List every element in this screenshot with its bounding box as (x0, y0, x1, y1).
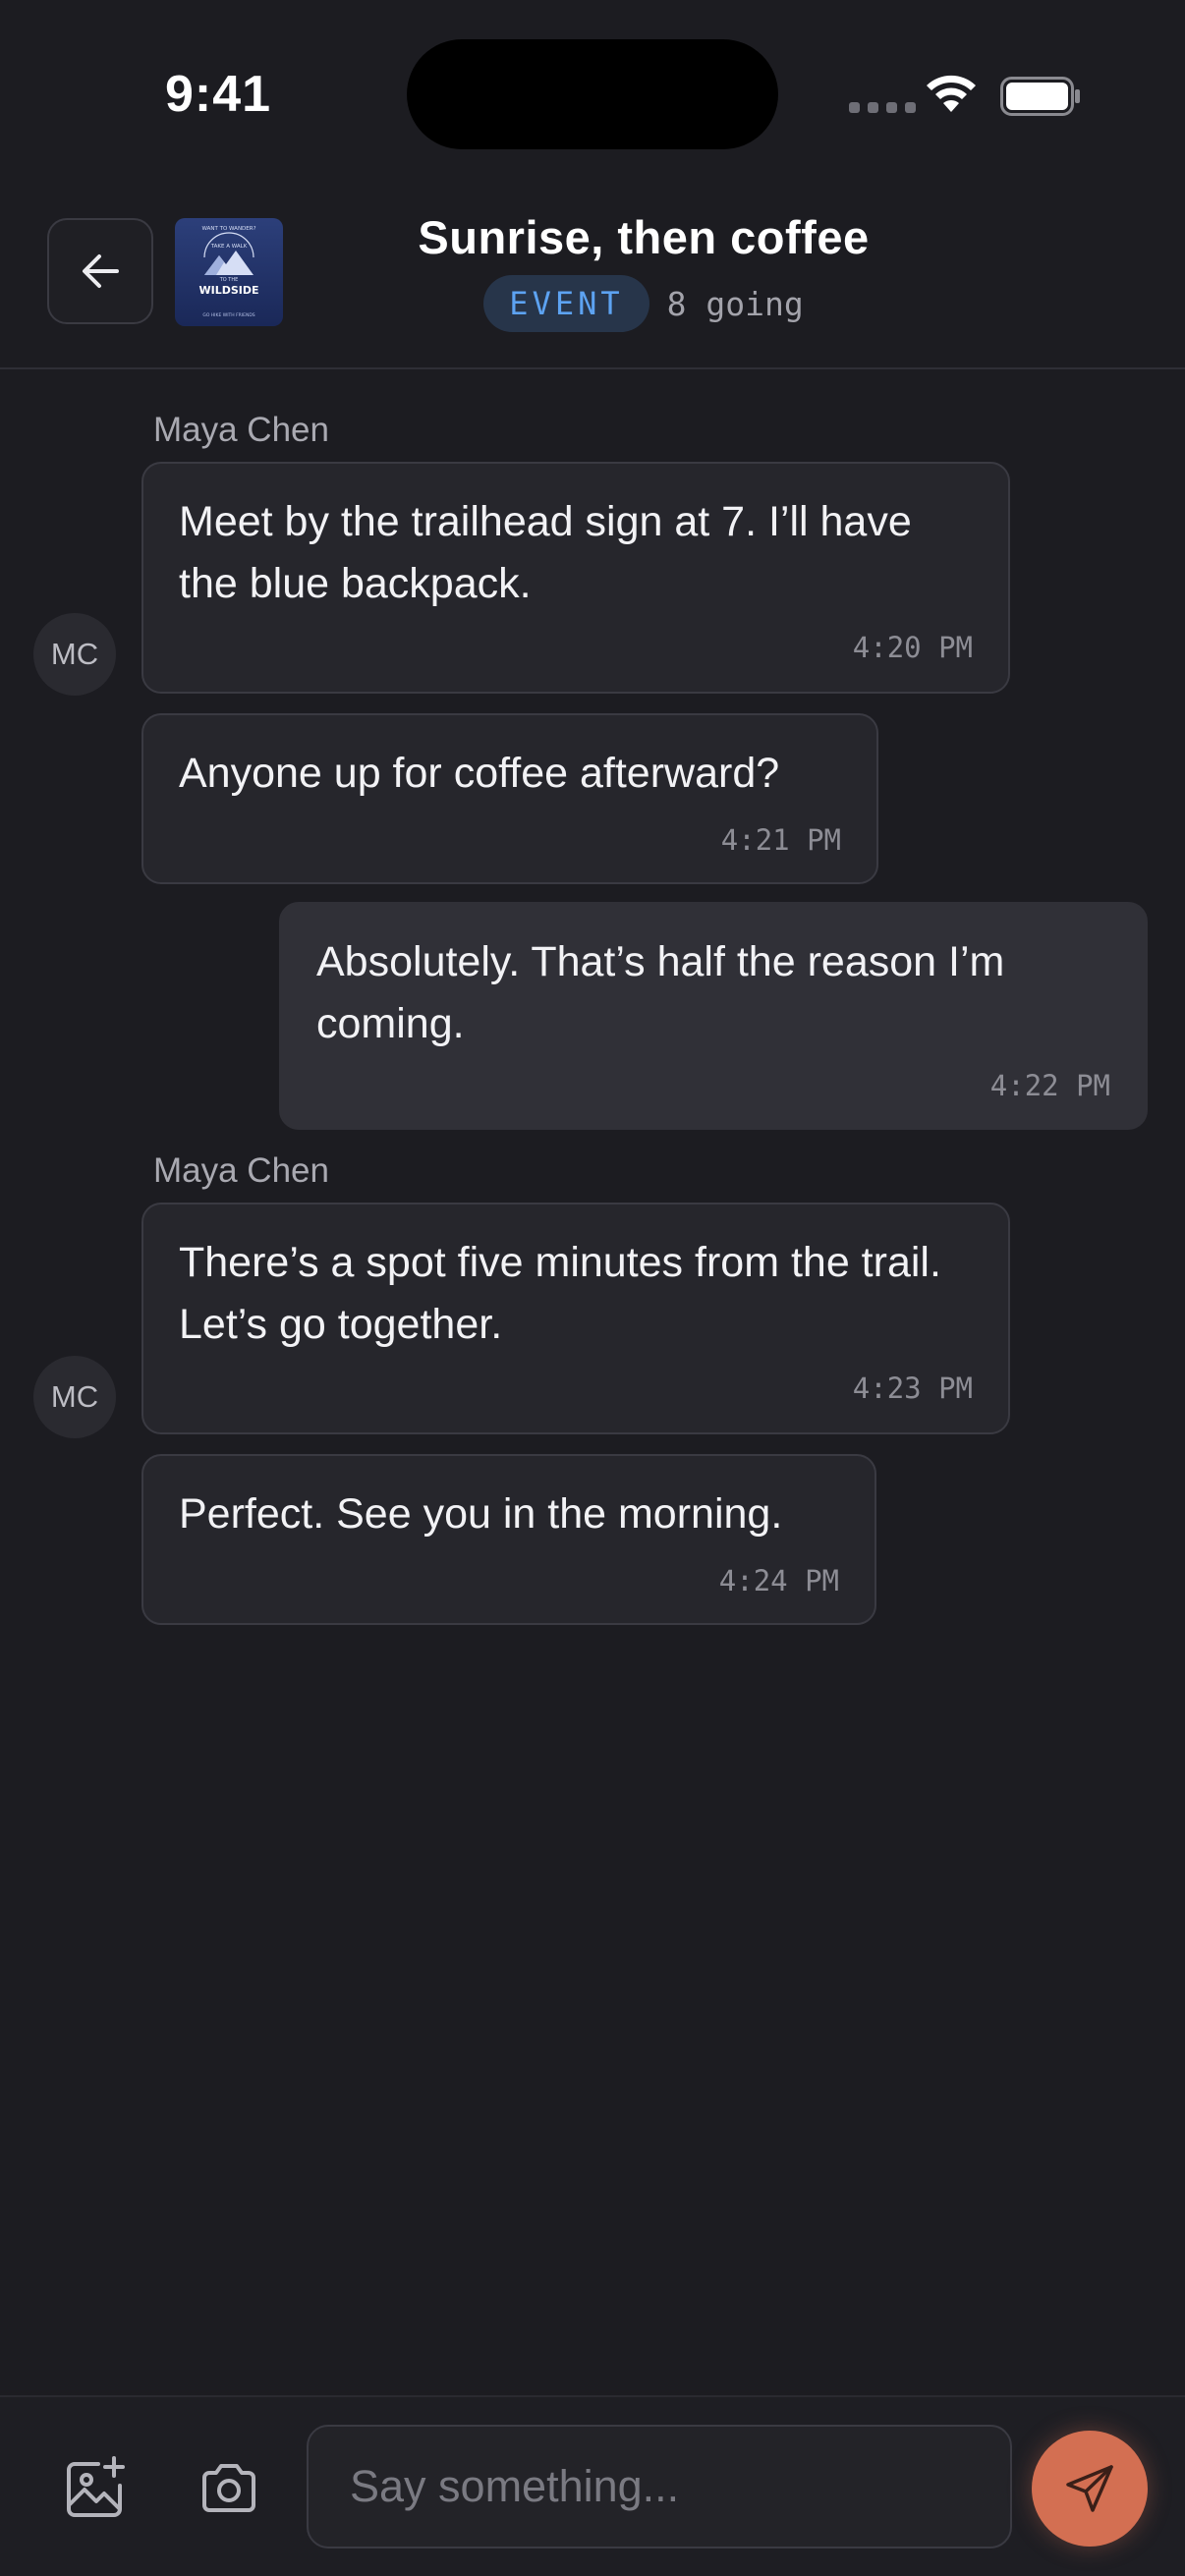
camera-icon (202, 2464, 255, 2512)
svg-text:WILDSIDE: WILDSIDE (198, 284, 258, 297)
going-count[interactable]: 8 going (667, 285, 804, 323)
message-bubble[interactable]: Perfect. See you in the morning. 4:24 PM (141, 1454, 876, 1625)
message-text: Absolutely. That’s half the reason I’m c… (316, 938, 1005, 1047)
avatar[interactable]: MC (33, 613, 116, 696)
svg-text:TO THE: TO THE (219, 277, 239, 283)
svg-text:GO HIKE WITH FRIENDS: GO HIKE WITH FRIENDS (202, 312, 254, 318)
avatar[interactable]: MC (33, 1356, 116, 1438)
message-time: 4:24 PM (718, 1564, 839, 1597)
svg-text:TAKE A WALK: TAKE A WALK (210, 244, 248, 250)
camera-button[interactable] (195, 2454, 263, 2523)
message-bubble-mine[interactable]: Absolutely. That’s half the reason I’m c… (279, 902, 1148, 1130)
message-input[interactable] (307, 2425, 1012, 2548)
sender-name: Maya Chen (153, 411, 329, 449)
message-time: 4:22 PM (989, 1069, 1110, 1102)
status-time: 9:41 (165, 66, 272, 123)
send-button[interactable] (1032, 2431, 1148, 2547)
dynamic-island (407, 39, 778, 149)
image-plus-icon (67, 2456, 125, 2517)
message-bubble[interactable]: Meet by the trailhead sign at 7. I’ll ha… (141, 462, 1010, 694)
message-text: There’s a spot five minutes from the tra… (179, 1239, 941, 1348)
sender-name: Maya Chen (153, 1151, 329, 1190)
message-time: 4:21 PM (720, 823, 841, 857)
message-bubble[interactable]: Anyone up for coffee afterward? 4:21 PM (141, 713, 878, 884)
chat-title: Sunrise, then coffee (418, 211, 870, 263)
event-badge: EVENT (483, 275, 649, 332)
send-icon (1066, 2465, 1113, 2512)
back-button[interactable] (47, 218, 153, 324)
cellular-signal-icon (849, 102, 916, 113)
event-poster-image: WANT TO WANDER? TAKE A WALK TO THE WILDS… (175, 218, 283, 326)
message-text: Anyone up for coffee afterward? (179, 750, 780, 797)
gallery-button[interactable] (61, 2454, 130, 2523)
svg-text:WANT TO WANDER?: WANT TO WANDER? (201, 226, 255, 232)
chat-header: WANT TO WANDER? TAKE A WALK TO THE WILDS… (0, 187, 1185, 369)
wifi-icon (927, 75, 976, 112)
message-bubble[interactable]: There’s a spot five minutes from the tra… (141, 1203, 1010, 1434)
chat-meta: EVENT 8 going (295, 275, 992, 332)
message-text: Perfect. See you in the morning. (179, 1490, 783, 1538)
arrow-left-icon (83, 254, 119, 288)
message-composer (0, 2395, 1185, 2576)
message-text: Meet by the trailhead sign at 7. I’ll ha… (179, 498, 912, 607)
event-thumbnail[interactable]: WANT TO WANDER? TAKE A WALK TO THE WILDS… (175, 218, 283, 326)
chat-screen: 9:41 WANT TO WANDER? TAKE A WALK TO THE … (0, 0, 1185, 2576)
message-time: 4:23 PM (852, 1372, 973, 1405)
message-time: 4:20 PM (852, 631, 973, 664)
battery-icon (1000, 77, 1080, 116)
